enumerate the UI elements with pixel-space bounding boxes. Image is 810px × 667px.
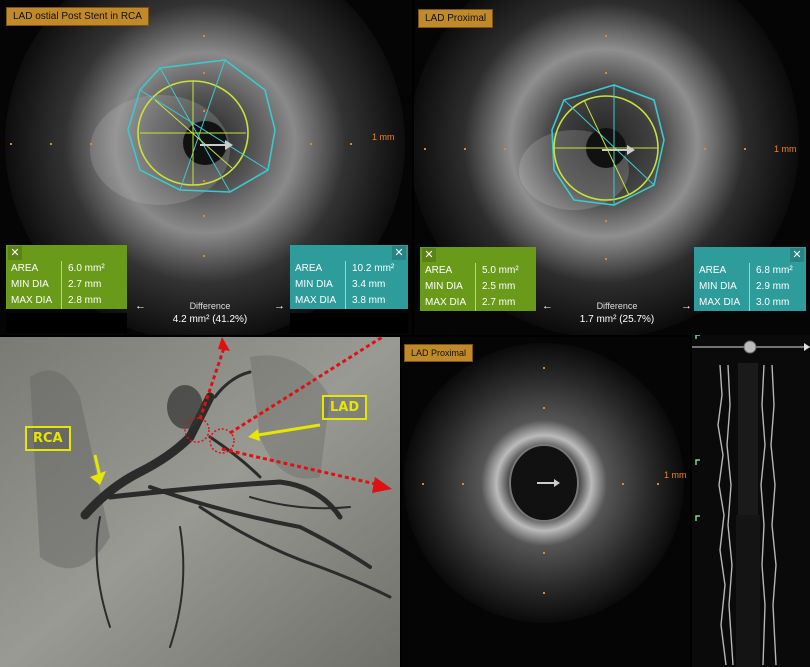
longitudinal-position-handle[interactable] [743, 340, 757, 354]
difference-value: 4.2 mm² (41.2%) [172, 314, 248, 325]
area-label: AREA [295, 263, 323, 274]
scale-label: 1 mm [372, 132, 395, 142]
close-icon[interactable]: ✕ [422, 248, 436, 262]
close-icon[interactable]: ✕ [790, 248, 804, 262]
ivus-panel-top-left[interactable]: LAD ostial Post Stent in RCA 1 mm ✕ AREA… [0, 0, 412, 335]
max-dia-value: 3.8 mm [345, 293, 408, 309]
longitudinal-image [692, 335, 810, 667]
area-value: 10.2 mm² [345, 261, 408, 277]
min-dia-value: 3.4 mm [345, 277, 408, 293]
left-arrow-icon: ← [135, 300, 146, 312]
area-label: AREA [425, 265, 453, 276]
difference-value: 1.7 mm² (25.7%) [579, 314, 655, 325]
scale-label: 1 mm [664, 470, 687, 480]
stats-box-right: ✕ AREA 10.2 mm² MIN DIA 3.4 mm MAX DIA 3.8 … [290, 245, 408, 309]
lad-annotation-label: LAD [322, 395, 368, 420]
area-value: 5.0 mm² [475, 263, 536, 279]
area-value: 6.0 mm² [61, 261, 127, 277]
area-label: AREA [699, 265, 727, 276]
min-dia-label: MIN DIA [699, 281, 737, 292]
panel-title-tag: LAD Proximal [418, 9, 494, 28]
left-arrow-icon: ← [542, 300, 553, 312]
max-dia-label: MAX DIA [699, 297, 741, 308]
ivus-image-bottom-right [404, 343, 684, 623]
area-value: 6.8 mm² [749, 263, 806, 279]
panel-title-tag: LAD ostial Post Stent in RCA [6, 7, 149, 26]
max-dia-value: 2.7 mm [475, 295, 536, 311]
min-dia-value: 2.7 mm [61, 277, 127, 293]
angiogram-image [0, 337, 400, 667]
right-arrow-icon: → [273, 300, 285, 312]
area-label: AREA [11, 263, 39, 274]
stats-box-right: ✕ AREA 6.8 mm² MIN DIA 2.9 mm MAX DIA 3.0 m… [694, 247, 806, 311]
ivus-panel-top-right[interactable]: LAD Proximal 1 mm ✕ AREA 5.0 mm² MIN DIA 2… [414, 0, 810, 335]
min-dia-value: 2.9 mm [749, 279, 806, 295]
max-dia-label: MAX DIA [295, 295, 337, 306]
difference-readout: ← Difference → 4.2 mm² (41.2%) [135, 300, 285, 325]
stats-box-left: ✕ AREA 6.0 mm² MIN DIA 2.7 mm MAX DIA 2.8 m… [6, 245, 127, 309]
right-arrow-icon: → [680, 300, 692, 312]
scale-label: 1 mm [774, 144, 797, 154]
difference-label: Difference [189, 301, 231, 311]
panel-title-tag: LAD Proximal [404, 344, 474, 362]
max-dia-label: MAX DIA [11, 295, 53, 306]
min-dia-label: MIN DIA [11, 279, 49, 290]
max-dia-label: MAX DIA [425, 297, 467, 308]
min-dia-value: 2.5 mm [475, 279, 536, 295]
close-icon[interactable]: ✕ [392, 246, 406, 260]
stats-box-left: ✕ AREA 5.0 mm² MIN DIA 2.5 mm MAX DIA 2.7 m… [420, 247, 536, 311]
min-dia-label: MIN DIA [425, 281, 463, 292]
angiogram-panel[interactable]: RCA LAD [0, 337, 400, 667]
close-icon[interactable]: ✕ [8, 246, 22, 260]
max-dia-value: 2.8 mm [61, 293, 127, 309]
min-dia-label: MIN DIA [295, 279, 333, 290]
ivus-panel-bottom-right[interactable]: LAD Proximal 1 mm [402, 337, 690, 667]
difference-readout: ← Difference → 1.7 mm² (25.7%) [542, 300, 692, 325]
rca-annotation-label: RCA [25, 426, 71, 451]
longitudinal-view-panel[interactable] [692, 335, 810, 667]
max-dia-value: 3.0 mm [749, 295, 806, 311]
difference-label: Difference [596, 301, 638, 311]
